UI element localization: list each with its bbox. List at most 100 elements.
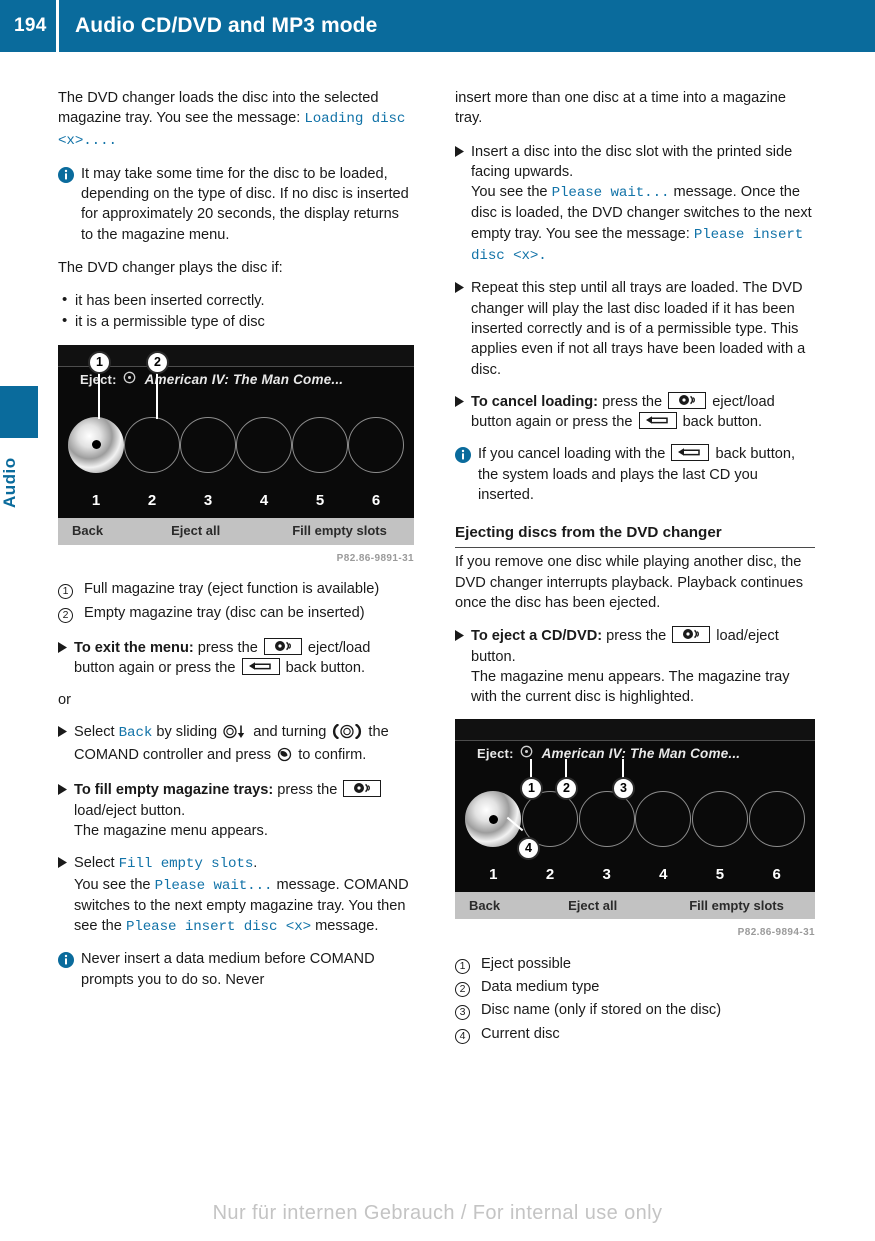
step-result-text: The magazine menu appears. The magazine …	[471, 668, 790, 706]
display-message-please-wait: Please wait...	[154, 877, 273, 894]
left-column: The DVD changer loads the disc into the …	[58, 88, 414, 1003]
display-message-please-insert-disc: Please insert disc <x>	[125, 919, 312, 936]
callout-number: 2	[455, 977, 481, 999]
step-arrow-icon	[58, 780, 74, 841]
note-continuation: insert more than one disc at a time into…	[455, 90, 786, 127]
step-arrow-icon	[455, 278, 471, 379]
tray-number: 1	[91, 491, 101, 509]
back-button-icon[interactable]	[671, 444, 710, 462]
or-connector: or	[58, 692, 71, 709]
tray-number: 5	[715, 866, 725, 884]
back-button-icon[interactable]	[241, 658, 280, 676]
eject-load-button-icon[interactable]	[668, 391, 707, 409]
softkey-back[interactable]: Back	[58, 521, 103, 541]
tray-number: 6	[772, 866, 781, 884]
step-text: To cancel loading: press the eject/load …	[471, 391, 815, 433]
softkey-back[interactable]: Back	[455, 896, 500, 916]
note-text-2: Never insert a data medium before COMAND…	[81, 951, 375, 988]
note-block-3: If you cancel loading with the back butt…	[455, 444, 815, 505]
step-arrow-icon	[58, 722, 74, 769]
note-text-part: If you cancel loading with the	[478, 446, 670, 463]
tray-slot-4[interactable]	[236, 416, 292, 473]
callout-number: 1	[455, 954, 481, 976]
step-text-part: You see the	[471, 184, 552, 201]
display-option-back: Back	[118, 724, 153, 741]
step-arrow-icon	[58, 638, 74, 679]
page-number: 194	[14, 15, 47, 36]
tray-slot-6[interactable]	[748, 791, 805, 848]
screenshot-eject-label: Eject:	[477, 746, 514, 762]
softkey-fill-empty-slots[interactable]: Fill empty slots	[689, 896, 784, 916]
step-text-part: back button.	[678, 414, 763, 431]
eject-load-button-icon[interactable]	[672, 626, 711, 644]
note-text-3: If you cancel loading with the back butt…	[478, 444, 815, 505]
eject-load-button-icon[interactable]	[263, 637, 302, 655]
step-arrow-icon	[455, 392, 471, 433]
callout-item: 3 Disc name (only if stored on the disc)	[455, 1000, 815, 1022]
figure-id-1: P82.86-9891-31	[336, 552, 414, 564]
tray-number: 4	[259, 491, 269, 509]
step-text-part: press the	[273, 782, 342, 799]
tray-slot-6[interactable]	[348, 416, 404, 473]
screenshot-softkey-bar: Back Eject all Fill empty slots	[455, 892, 815, 920]
ejecting-intro-paragraph: If you remove one disc while playing ano…	[455, 554, 803, 611]
tray-slot-3[interactable]	[578, 791, 635, 848]
plays-if-lead: The DVD changer plays the disc if:	[58, 260, 283, 277]
info-circle-icon	[58, 166, 74, 183]
magazine-trays	[58, 397, 414, 493]
display-message-please-wait: Please wait...	[551, 185, 670, 202]
tray-slot-5[interactable]	[292, 416, 348, 473]
callout-item: 1 Eject possible	[455, 954, 815, 976]
figure-magazine-menu: Eject: American IV: The Man Come... 1 2 …	[58, 344, 414, 545]
list-item: it has been inserted correctly.	[58, 290, 414, 311]
tray-slot-3[interactable]	[180, 416, 236, 473]
tray-slot-1[interactable]	[465, 791, 522, 848]
softkey-eject-all[interactable]: Eject all	[568, 896, 617, 916]
softkey-fill-empty-slots[interactable]: Fill empty slots	[292, 521, 387, 541]
tray-number: 4	[659, 866, 668, 884]
step-select-back: Select Back by sliding and turning the C…	[58, 722, 414, 769]
step-text-part: .	[253, 855, 258, 872]
step-text-part: and turning	[249, 723, 331, 740]
list-item: it is a permissible type of disc	[58, 311, 414, 332]
tray-number: 1	[489, 866, 498, 884]
screenshot-topbar	[58, 344, 414, 367]
controller-turn-icon	[331, 723, 363, 745]
step-text-part: Insert a disc into the disc slot with th…	[471, 143, 793, 180]
step-text-part: You see the	[74, 876, 155, 893]
step-text-part: Select	[74, 723, 119, 740]
callout-text: Full magazine tray (eject function is av…	[84, 581, 380, 598]
note-block-1: It may take some time for the disc to be…	[58, 164, 414, 245]
tray-number: 2	[545, 866, 555, 884]
tray-numbers: 1 2 3 4 5 6	[455, 865, 815, 887]
page-header: 194 Audio CD/DVD and MP3 mode	[0, 0, 875, 52]
screenshot-status-line: Eject: American IV: The Man Come...	[455, 741, 815, 767]
callout-number: 3	[455, 1000, 481, 1022]
callout-number: 2	[58, 603, 84, 625]
step-arrow-icon	[455, 626, 471, 707]
callout-text: Empty magazine tray (disc can be inserte…	[84, 604, 365, 621]
back-button-icon[interactable]	[638, 412, 677, 430]
step-text-part: to confirm.	[294, 747, 367, 764]
step-arrow-icon	[455, 142, 471, 267]
tray-slot-5[interactable]	[691, 791, 748, 848]
step-fill-empty-trays: To fill empty magazine trays: press the …	[58, 780, 414, 841]
step-exit-menu: To exit the menu: press the eject/load b…	[58, 637, 414, 679]
tray-slot-2[interactable]	[124, 416, 180, 473]
chapter-tab-marker	[0, 386, 38, 438]
step-text-part: back button.	[281, 660, 366, 677]
step-text-part: press the	[602, 628, 671, 645]
info-circle-icon	[455, 447, 471, 464]
page-title: Audio CD/DVD and MP3 mode	[75, 14, 378, 37]
eject-load-button-icon[interactable]	[343, 780, 382, 798]
step-select-fill-empty-slots: Select Fill empty slots. You see the Plea…	[58, 853, 414, 937]
step-text: To eject a CD/DVD: press the load/eject …	[471, 626, 815, 707]
step-text-part: message.	[311, 918, 379, 935]
tray-number: 6	[371, 491, 381, 509]
step-text: Repeat this step until all trays are loa…	[471, 280, 806, 378]
tray-slot-4[interactable]	[635, 791, 692, 848]
step-repeat: Repeat this step until all trays are loa…	[455, 278, 815, 379]
callout-item: 2 Empty magazine tray (disc can be inser…	[58, 603, 414, 625]
tray-slot-1[interactable]	[68, 416, 124, 473]
softkey-eject-all[interactable]: Eject all	[171, 521, 220, 541]
